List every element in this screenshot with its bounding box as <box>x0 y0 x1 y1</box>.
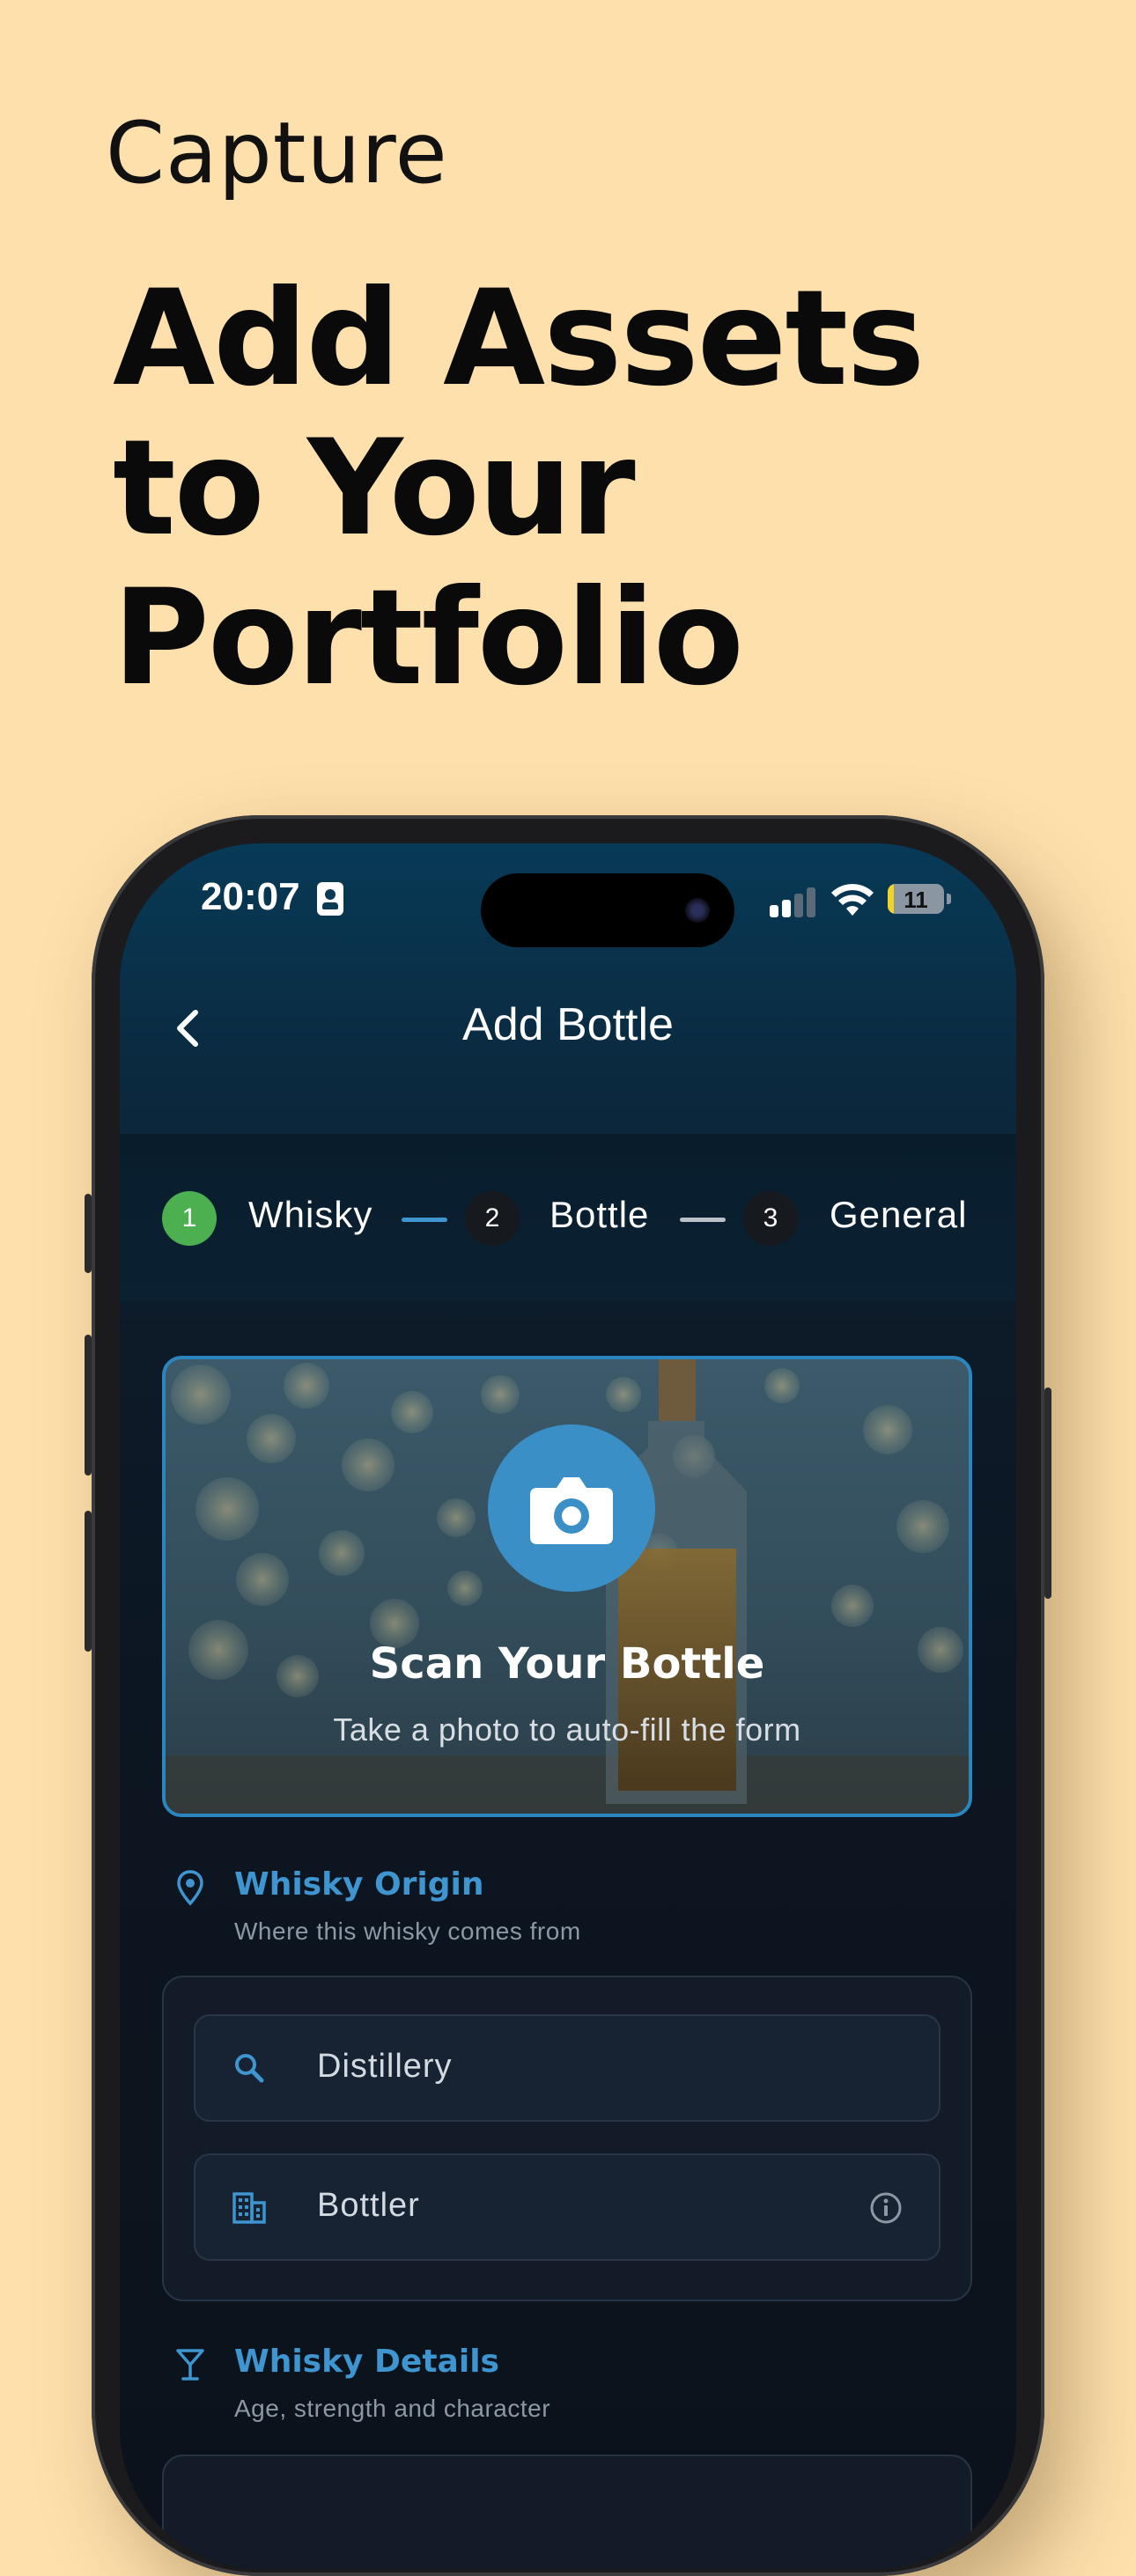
promo-headline: Add Assets to Your Portfolio <box>113 264 1081 713</box>
origin-section-subtitle: Where this whisky comes from <box>234 1917 581 1945</box>
distillery-field-value: Distillery <box>317 2048 453 2085</box>
details-section-subtitle: Age, strength and character <box>234 2395 551 2422</box>
headline-line-2: to Your <box>113 412 636 565</box>
phone-frame: 20:07 11 Add Bottle 1 Whisky 2 Bottle 3 … <box>85 815 1051 2576</box>
step-3-label[interactable]: General <box>830 1194 967 1236</box>
distillery-field[interactable]: Distillery <box>194 2014 941 2122</box>
battery-icon: 11 <box>888 884 944 914</box>
volume-up-button <box>85 1335 92 1476</box>
volume-down-button <box>85 1511 92 1652</box>
battery-text: 11 <box>904 887 928 913</box>
camera-icon <box>530 1477 613 1544</box>
bottler-field[interactable]: Bottler <box>194 2153 941 2261</box>
location-pin-icon <box>177 1870 203 1906</box>
info-icon[interactable] <box>868 2190 904 2226</box>
app-screen: 20:07 11 Add Bottle 1 Whisky 2 Bottle 3 … <box>120 843 1016 2569</box>
promo-eyebrow: Capture <box>106 104 448 202</box>
front-camera-icon <box>685 898 710 923</box>
scan-bottle-card[interactable]: Scan Your Bottle Take a photo to auto-fi… <box>162 1356 972 1817</box>
signal-icon <box>770 886 819 917</box>
scan-subtitle: Take a photo to auto-fill the form <box>333 1711 801 1748</box>
bottler-field-value: Bottler <box>317 2187 420 2224</box>
step-2-label[interactable]: Bottle <box>550 1194 649 1236</box>
headline-line-1: Add Assets <box>113 262 925 416</box>
battery-cap <box>947 894 951 904</box>
camera-button[interactable] <box>488 1424 655 1592</box>
action-button <box>85 1194 92 1273</box>
headline-line-3: Portfolio <box>113 562 744 715</box>
dynamic-island <box>481 873 734 947</box>
details-fields-card <box>162 2455 972 2569</box>
step-connector-2 <box>680 1218 726 1222</box>
id-card-icon <box>317 882 343 916</box>
step-connector-1 <box>402 1218 447 1222</box>
search-icon <box>235 2054 264 2083</box>
step-2-badge[interactable]: 2 <box>465 1191 520 1246</box>
scan-title: Scan Your Bottle <box>369 1639 765 1689</box>
origin-section-title: Whisky Origin <box>234 1866 484 1903</box>
step-indicator: 1 Whisky 2 Bottle 3 General <box>120 1134 1016 1301</box>
glass-icon <box>176 2349 204 2381</box>
status-time: 20:07 <box>201 875 300 918</box>
step-3-badge[interactable]: 3 <box>743 1191 798 1246</box>
page-title: Add Bottle <box>462 999 674 1050</box>
wifi-icon <box>831 884 874 916</box>
building-icon <box>232 2192 266 2224</box>
power-button <box>1044 1387 1051 1599</box>
origin-fields-card: Distillery Bottler <box>162 1976 972 2301</box>
step-1-badge[interactable]: 1 <box>162 1191 217 1246</box>
details-section-title: Whisky Details <box>234 2344 499 2380</box>
step-1-label[interactable]: Whisky <box>248 1194 373 1236</box>
